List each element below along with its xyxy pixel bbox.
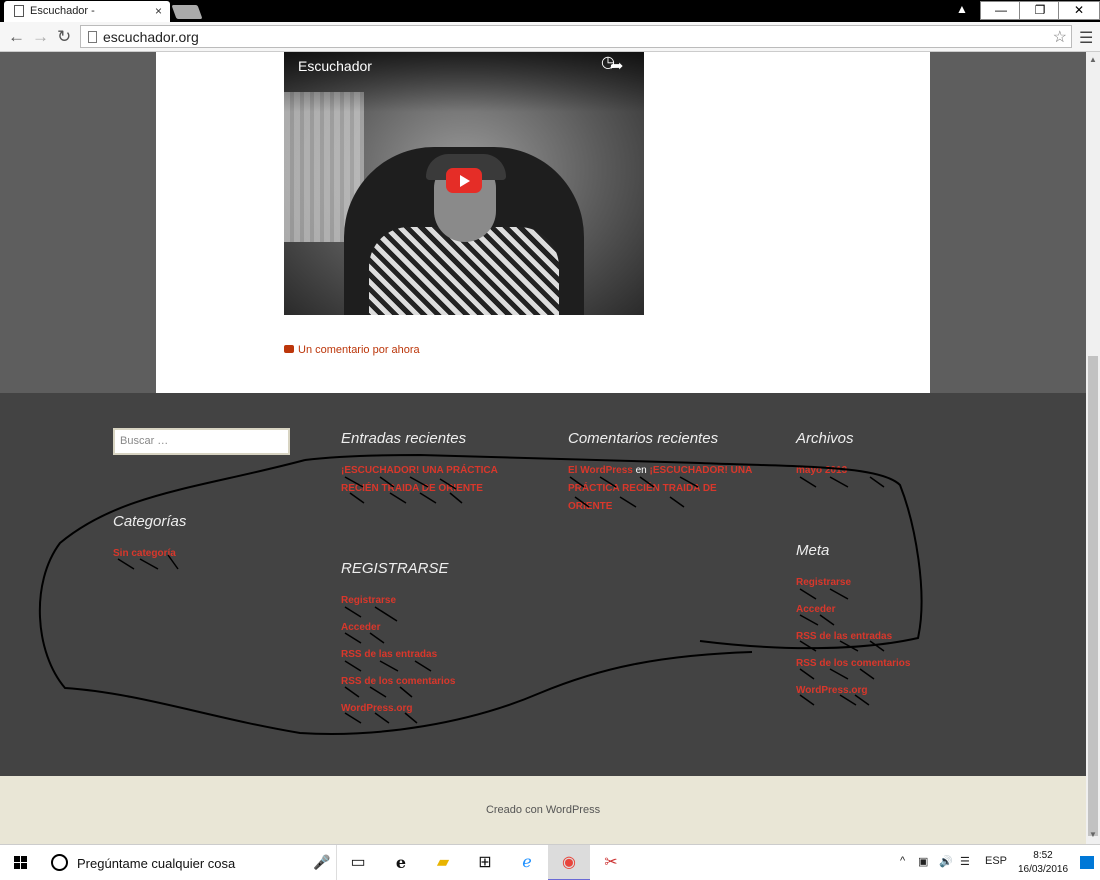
task-view-icon[interactable]: ▭	[337, 845, 379, 880]
user-icon[interactable]: ▲	[956, 2, 968, 16]
internet-explorer-icon[interactable]: ℯ	[506, 845, 548, 880]
close-button[interactable]: ✕	[1058, 1, 1100, 20]
windows-logo-icon	[14, 856, 20, 862]
bookmark-star-icon[interactable]: ☆	[1053, 27, 1067, 47]
store-icon[interactable]: ⊞	[464, 845, 506, 880]
youtube-video[interactable]: Escuchador ◷ ➦	[284, 52, 644, 315]
widget-title-meta: Meta	[796, 542, 830, 559]
forward-icon[interactable]: →	[32, 27, 49, 47]
windows-taskbar: Pregúntame cualquier cosa 🎤 ▭ e ▰ ⊞ ℯ ◉ …	[0, 844, 1100, 880]
volume-icon[interactable]: 🔊	[939, 855, 953, 868]
tab-close-icon[interactable]: ×	[155, 4, 162, 18]
site-footer: Creado con WordPress	[0, 776, 1086, 844]
registrarse-link-2[interactable]: RSS de las entradas	[341, 646, 437, 664]
chrome-icon[interactable]: ◉	[548, 845, 590, 880]
action-center-icon[interactable]: ☰	[960, 855, 970, 868]
windows-logo-icon	[21, 856, 27, 862]
play-button[interactable]	[446, 168, 482, 193]
restore-button[interactable]: ❐	[1019, 1, 1061, 20]
comment-author-link[interactable]: El WordPress	[568, 465, 633, 476]
clock-date: 16/03/2016	[1017, 864, 1069, 875]
meta-link-4[interactable]: WordPress.org	[796, 682, 868, 700]
windows-logo-icon	[21, 863, 27, 869]
widget-title-archivos: Archivos	[796, 430, 854, 447]
widget-title-comentarios: Comentarios recientes	[568, 430, 719, 447]
watch-later-icon[interactable]: ◷	[579, 55, 637, 71]
snipping-tool-icon[interactable]: ✂	[590, 845, 632, 880]
comment-bubble-icon	[284, 345, 294, 353]
scroll-up-icon[interactable]: ▲	[1089, 55, 1097, 64]
page-viewport: Escuchador ◷ ➦ Un comentario por ahora B…	[0, 52, 1086, 844]
browser-toolbar: ← → ↻ escuchador.org ☆ ☰	[0, 22, 1100, 52]
recent-post-link[interactable]: ¡ESCUCHADOR! UNA PRÁCTICA RECIÉN TRAIDA …	[341, 462, 531, 498]
page-icon	[88, 31, 97, 43]
windows-logo-icon	[14, 863, 20, 869]
meta-link-0[interactable]: Registrarse	[796, 574, 851, 592]
category-link[interactable]: Sin categoría	[113, 545, 176, 563]
reload-icon[interactable]: ↻	[57, 27, 71, 47]
new-tab-button[interactable]	[171, 5, 203, 19]
meta-link-2[interactable]: RSS de las entradas	[796, 628, 892, 646]
url-text: escuchador.org	[103, 29, 199, 45]
archive-link[interactable]: mayo 2013	[796, 462, 847, 480]
network-icon[interactable]: ▣	[918, 855, 928, 868]
registrarse-link-3[interactable]: RSS de los comentarios	[341, 673, 455, 691]
clock-time: 8:52	[1033, 850, 1053, 861]
tab-title: Escuchador -	[30, 5, 95, 17]
registrarse-link-0[interactable]: Registrarse	[341, 592, 396, 610]
widget-title-categorias: Categorías	[113, 513, 187, 530]
notifications-icon[interactable]	[1080, 856, 1094, 869]
system-clock[interactable]: 8:52 16/03/2016	[1014, 849, 1072, 877]
share-icon[interactable]: ➦	[610, 56, 623, 76]
start-button[interactable]	[0, 845, 40, 880]
title-bar: Escuchador - × ▲ — ❐ ✕	[0, 0, 1100, 22]
cortana-icon	[51, 854, 68, 871]
page-scrollbar[interactable]: ▲ ▼	[1086, 52, 1100, 844]
language-indicator[interactable]: ESP	[985, 855, 1007, 867]
video-title[interactable]: Escuchador	[298, 58, 372, 74]
widget-title-entradas: Entradas recientes	[341, 430, 467, 447]
menu-icon[interactable]: ☰	[1079, 28, 1093, 48]
comments-link-text: Un comentario por ahora	[298, 344, 420, 356]
show-hidden-icons[interactable]: ^	[900, 855, 905, 867]
widget-title-registrarse: REGISTRARSE	[341, 560, 449, 577]
registrarse-link-1[interactable]: Acceder	[341, 619, 380, 637]
minimize-button[interactable]: —	[980, 1, 1022, 20]
cortana-placeholder: Pregúntame cualquier cosa	[77, 856, 236, 871]
browser-tab[interactable]: Escuchador - ×	[4, 1, 170, 22]
post-content: Escuchador ◷ ➦ Un comentario por ahora	[156, 52, 930, 393]
comments-link[interactable]: Un comentario por ahora	[284, 344, 420, 356]
back-icon[interactable]: ←	[8, 27, 25, 47]
file-explorer-icon[interactable]: ▰	[422, 845, 464, 880]
scrollbar-thumb[interactable]	[1088, 356, 1098, 836]
footer-widgets: Buscar … Entradas recientes ¡ESCUCHADOR!…	[0, 393, 1086, 776]
footer-credit-link[interactable]: Creado con WordPress	[0, 804, 1086, 816]
page-icon	[14, 5, 24, 17]
scroll-down-icon[interactable]: ▼	[1089, 830, 1097, 839]
registrarse-link-4[interactable]: WordPress.org	[341, 700, 413, 718]
cortana-search-box[interactable]: Pregúntame cualquier cosa 🎤	[41, 845, 337, 880]
search-input[interactable]: Buscar …	[113, 428, 290, 455]
recent-comment: El WordPress en ¡ESCUCHADOR! UNA PRÁCTIC…	[568, 462, 753, 516]
meta-link-3[interactable]: RSS de los comentarios	[796, 655, 910, 673]
edge-icon[interactable]: e	[380, 845, 422, 880]
address-bar[interactable]: escuchador.org ☆	[80, 25, 1072, 48]
microphone-icon[interactable]: 🎤	[313, 854, 330, 871]
comment-en-text: en	[635, 465, 647, 476]
meta-link-1[interactable]: Acceder	[796, 601, 835, 619]
